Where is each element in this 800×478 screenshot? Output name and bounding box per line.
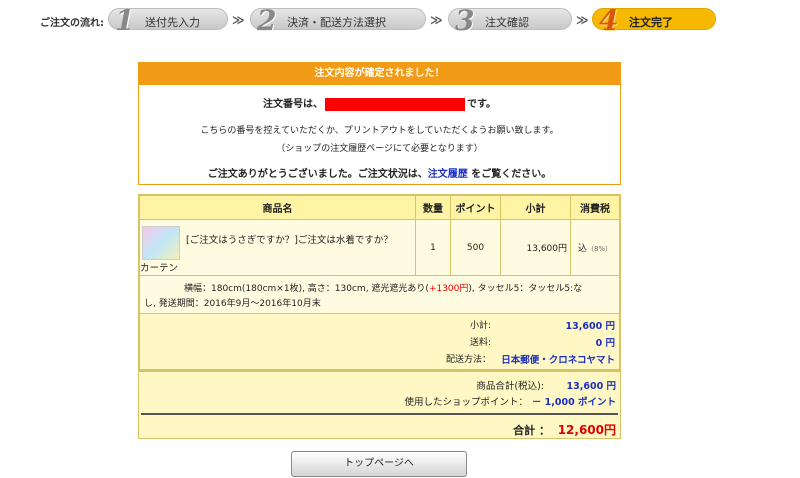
order-number-redacted — [325, 97, 465, 111]
grand-total-value: 12,600円 — [557, 423, 616, 437]
step-4-label: 注文完了 — [629, 16, 673, 29]
history-note: （ショップの注文履歴ページにて必要となります） — [276, 144, 483, 154]
options-line-1: 横幅：180cm(180cm×1枚), 高さ：130cm, 遮光遮光あり(+13… — [144, 282, 615, 297]
col-header-product: 商品名 — [139, 195, 416, 220]
order-totals-box: 商品合計(税込): 13,600 円 使用したショップポイント： － 1,000… — [138, 371, 621, 439]
step-separator: ≫ — [232, 13, 245, 27]
options-price-add: +1300円 — [428, 283, 469, 294]
step-4-current: 4 注文完了 — [592, 4, 716, 37]
subtotal-label: 小計: — [469, 321, 491, 331]
step-1-label: 送付先入力 — [145, 16, 200, 29]
delivery-method-value: 日本郵便・クロネコヤマト — [501, 355, 615, 366]
top-page-button[interactable]: トップページへ — [291, 451, 467, 477]
options-line-1-text: 横幅：180cm(180cm×1枚), 高さ：130cm, 遮光遮光あり( — [184, 283, 429, 294]
order-confirmation-box: 注文内容が確定されました！ 注文番号は、 です。 こちらの番号を控えていただくか、… — [138, 62, 621, 185]
table-row: 小計: 13,600 円 送料: 0 円 配送方法： 日本郵便・クロネコヤマト — [139, 313, 620, 370]
thanks-message: ご注文ありがとうございました。ご注文状況は、注文履歴 をご覧ください。 — [139, 165, 620, 180]
grand-total-label: 合計 ： — [513, 424, 550, 437]
step-3-number: 3 — [455, 4, 475, 37]
product-name-cont[interactable]: カーテン — [140, 260, 178, 274]
col-header-tax: 消費税 — [570, 195, 620, 220]
delivery-method-label: 配送方法： — [445, 355, 491, 365]
points-used-value: － 1,000 ポイント — [531, 397, 616, 408]
product-subtotal: 13,600円 — [500, 219, 571, 276]
shipping-value: 0 円 — [595, 338, 615, 349]
step-4-number: 4 — [599, 4, 619, 37]
step-3-label: 注文確認 — [485, 16, 529, 29]
subtotals-cell: 小計: 13,600 円 送料: 0 円 配送方法： 日本郵便・クロネコヤマト — [139, 313, 620, 370]
order-number-prefix: 注文番号は、 — [263, 99, 323, 110]
table-row: [ご注文はうさぎですか？]ご注文は水着ですか？ カーテン 1 500 13,60… — [139, 219, 620, 276]
step-3: 3 注文確認 — [448, 4, 572, 37]
thanks-suffix: をご覧ください。 — [467, 169, 552, 180]
points-used-label: 使用したショップポイント： — [404, 397, 528, 408]
step-2-label: 決済・配送方法選択 — [287, 16, 386, 29]
step-separator: ≫ — [576, 13, 589, 27]
step-1-number: 1 — [115, 4, 135, 37]
items-total-label: 商品合計(税込): — [476, 381, 544, 392]
step-1: 1 送付先入力 — [108, 4, 228, 37]
product-tax: 込（8%） — [570, 219, 620, 276]
product-options: 横幅：180cm(180cm×1枚), 高さ：130cm, 遮光遮光あり(+13… — [139, 275, 620, 314]
step-2: 2 決済・配送方法選択 — [250, 4, 426, 37]
col-header-subtotal: 小計 — [500, 195, 571, 220]
tax-included: 込 — [577, 244, 587, 254]
step-separator: ≫ — [430, 13, 443, 27]
order-history-link[interactable]: 注文履歴 — [428, 169, 468, 180]
order-number-suffix: です。 — [467, 99, 496, 110]
options-line-1-end: ), タッセル5：タッセル5:な — [468, 283, 583, 294]
subtotal-value: 13,600 円 — [565, 321, 615, 332]
totals-divider — [141, 413, 618, 415]
product-points: 500 — [450, 219, 501, 276]
order-number-line: 注文番号は、 です。 — [139, 95, 620, 111]
product-cell: [ご注文はうさぎですか？]ご注文は水着ですか？ カーテン — [139, 219, 416, 276]
order-items-table: 商品名 数量 ポイント 小計 消費税 [ご注文はうさぎですか？]ご注文は水着です… — [138, 194, 621, 371]
table-row: 横幅：180cm(180cm×1枚), 高さ：130cm, 遮光遮光あり(+13… — [139, 275, 620, 314]
tax-rate: （8%） — [586, 245, 613, 253]
col-header-qty: 数量 — [415, 195, 451, 220]
product-qty: 1 — [415, 219, 451, 276]
step-2-number: 2 — [257, 4, 277, 37]
shipping-label: 送料: — [469, 338, 491, 348]
confirmation-header: 注文内容が確定されました！ — [139, 63, 620, 85]
col-header-points: ポイント — [450, 195, 501, 220]
steps-label: ご注文の流れ: — [40, 18, 104, 29]
print-note: こちらの番号を控えていただくか、プリントアウトをしていただくようお願い致します。 — [200, 126, 559, 136]
thanks-prefix: ご注文ありがとうございました。ご注文状況は、 — [207, 169, 428, 180]
product-thumbnail[interactable] — [142, 226, 180, 260]
options-line-2: し, 発送期間：2016年9月～2016年10月末 — [144, 298, 321, 309]
product-name[interactable]: [ご注文はうさぎですか？]ご注文は水着ですか？ — [186, 232, 393, 246]
items-total-value: 13,600 円 — [566, 381, 616, 392]
order-flow-steps: ご注文の流れ: 1 送付先入力 ≫ 2 決済・配送方法選択 ≫ 3 注文確認 ≫… — [40, 4, 760, 37]
